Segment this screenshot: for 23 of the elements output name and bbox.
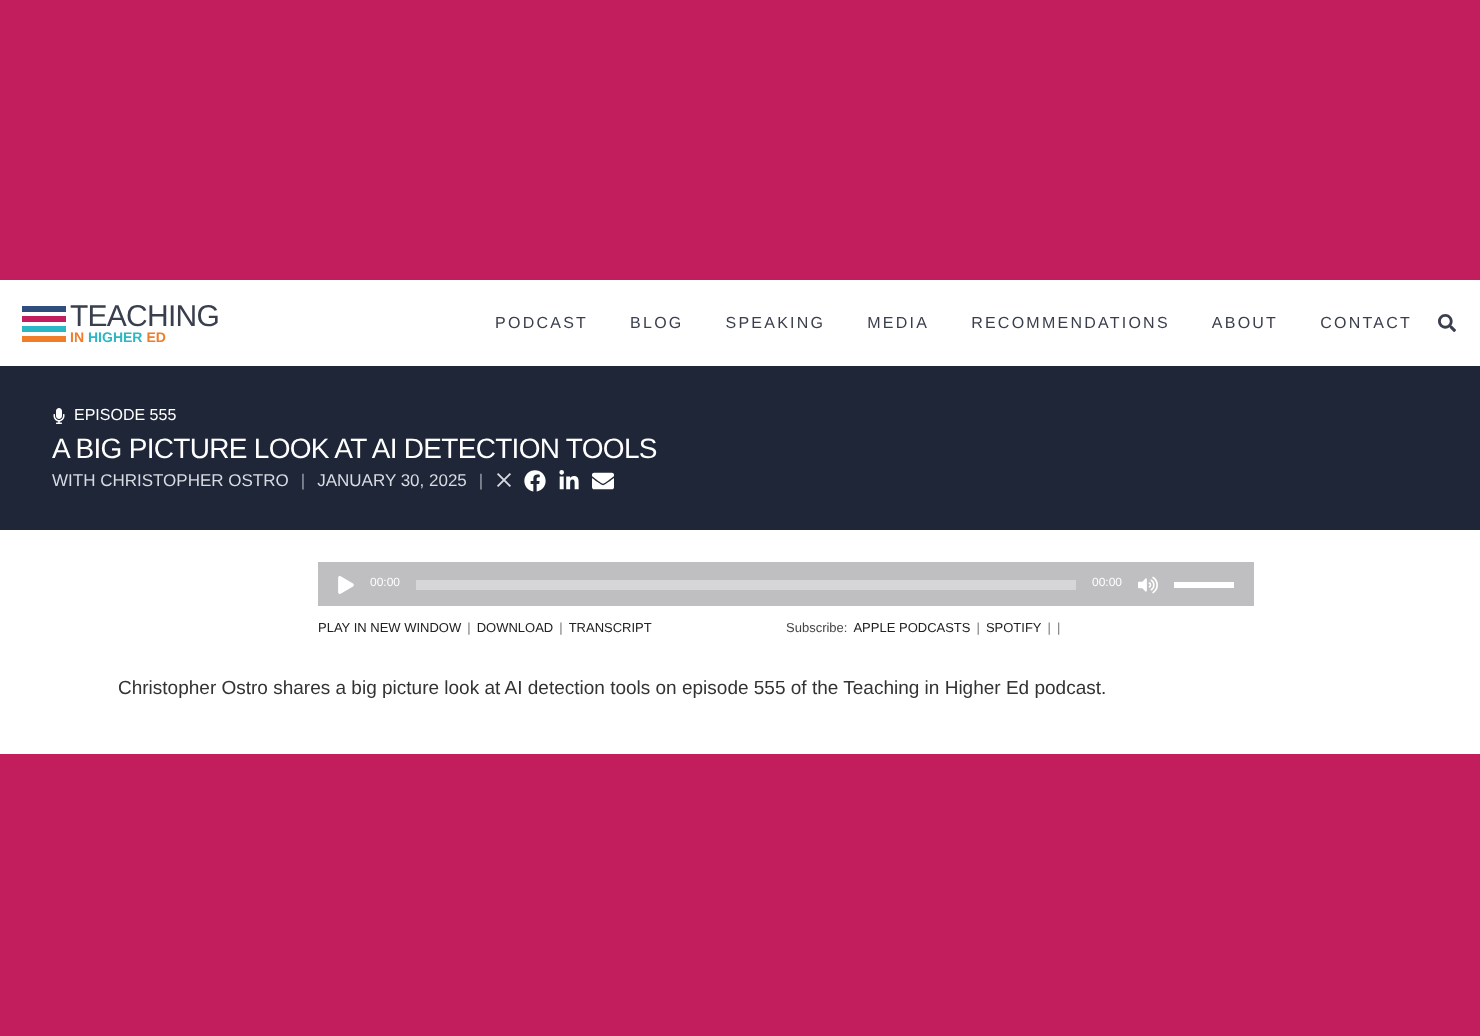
separator: | <box>300 467 306 493</box>
episode-title: A BIG PICTURE LOOK AT AI DETECTION TOOLS <box>52 429 659 468</box>
label: JANUARY 30, 2025 <box>317 467 467 493</box>
nav-link[interactable]: BLOG <box>630 311 684 335</box>
search-icon[interactable] <box>1438 314 1456 332</box>
nav-link[interactable]: PODCAST <box>495 311 589 335</box>
facebook-icon[interactable] <box>523 469 546 491</box>
nav-link[interactable]: CONTACT <box>1320 311 1412 335</box>
volume-slider[interactable] <box>1174 581 1234 587</box>
nav-link[interactable]: RECOMMENDATIONS <box>971 311 1170 335</box>
episode-label: EPISODE 555 <box>74 403 177 428</box>
linkedin-icon[interactable] <box>557 469 580 491</box>
envelope-icon[interactable] <box>591 469 614 491</box>
nav-link[interactable]: ABOUT <box>1211 311 1279 335</box>
episode-description: Christopher Ostro shares a big picture look at AI detection tools on episode 555 of the Teaching in Higher Ed podcast. <box>118 675 1109 704</box>
microphone-icon <box>52 407 66 424</box>
nav-link[interactable]: SPEAKING <box>725 311 826 335</box>
nav-link[interactable]: MEDIA <box>867 311 930 335</box>
x-icon[interactable] <box>495 472 512 488</box>
label: WITH CHRISTOPHER OSTRO <box>52 467 289 493</box>
logo-title: TEACHING <box>70 301 220 331</box>
separator: | <box>478 467 484 493</box>
stripes-icon <box>22 303 66 343</box>
